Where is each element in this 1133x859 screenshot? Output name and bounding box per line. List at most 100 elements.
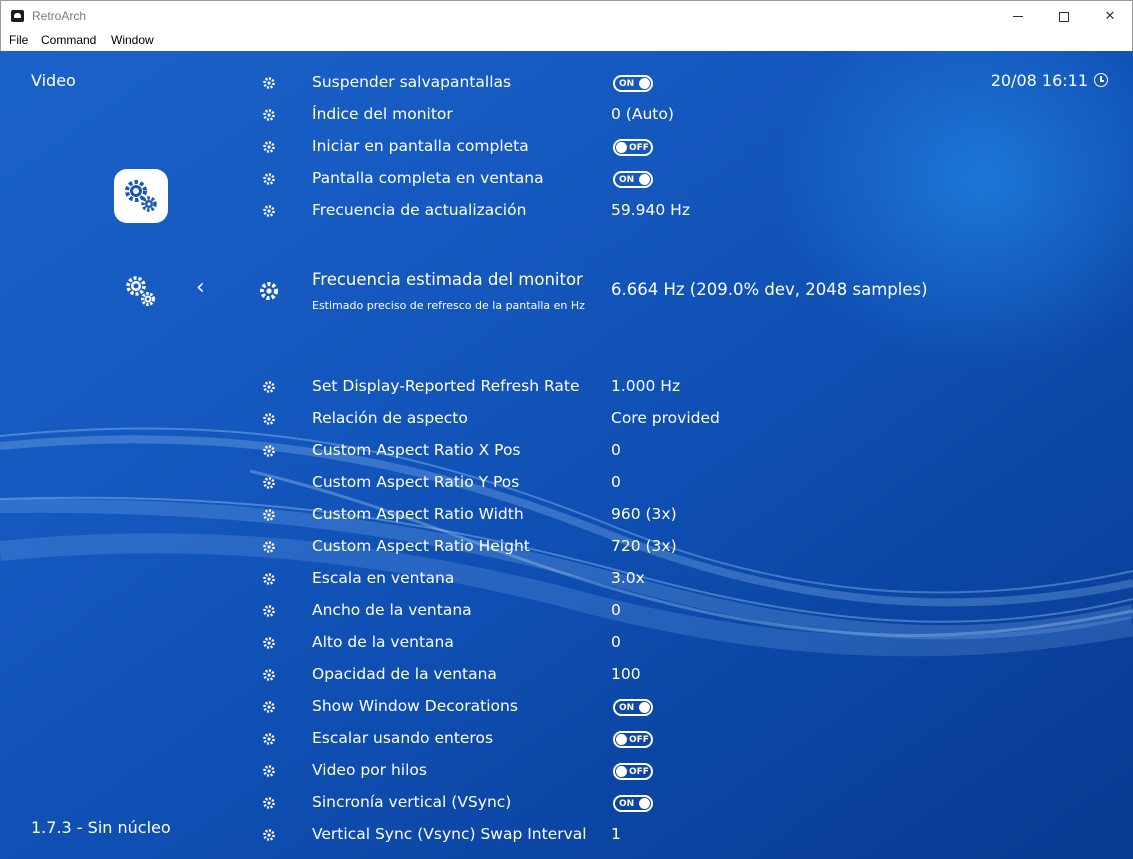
gear-icon [260, 282, 278, 300]
gear-icon [263, 605, 275, 617]
gear-icon [263, 701, 275, 713]
list-item[interactable]: Relación de aspecto Core provided [0, 403, 1133, 435]
toggle-knob [639, 174, 650, 185]
selected-item-label: Frecuencia estimada del monitor [312, 270, 583, 289]
menu-file[interactable]: File [9, 33, 28, 47]
selected-item-value: 6.664 Hz (209.0% dev, 2048 samples) [611, 280, 928, 299]
gear-icon [263, 573, 275, 585]
item-value: 0 (Auto) [611, 105, 674, 123]
item-label: Escala en ventana [312, 569, 455, 587]
toggle-switch[interactable]: ON [613, 795, 653, 812]
item-value: Core provided [611, 409, 720, 427]
gear-icon [263, 173, 275, 185]
toggle-text: OFF [629, 767, 649, 777]
list-item[interactable]: Pantalla completa en ventana ON [0, 163, 1133, 195]
menu-window[interactable]: Window [111, 33, 154, 47]
gear-icon [263, 205, 275, 217]
gear-icon [263, 413, 275, 425]
item-label: Índice del monitor [312, 105, 453, 123]
item-value: 1 [611, 825, 621, 843]
toggle-knob [639, 78, 650, 89]
item-label: Video por hilos [312, 761, 427, 779]
gear-icon [263, 669, 275, 681]
menu-bar: File Command Window [0, 31, 1133, 51]
item-value: 100 [611, 665, 641, 683]
item-label: Vertical Sync (Vsync) Swap Interval [312, 825, 587, 843]
item-value: 59.940 Hz [611, 201, 690, 219]
close-button[interactable]: ✕ [1087, 1, 1133, 32]
list-item[interactable]: Custom Aspect Ratio Y Pos 0 [0, 467, 1133, 499]
toggle-knob [616, 766, 627, 777]
list-item[interactable]: Set Display-Reported Refresh Rate 1.000 … [0, 371, 1133, 403]
gear-icon [263, 109, 275, 121]
toggle-text: ON [619, 79, 635, 89]
item-label: Sincronía vertical (VSync) [312, 793, 512, 811]
toggle-text: ON [619, 703, 635, 713]
version-text: 1.7.3 - Sin núcleo [31, 818, 171, 837]
list-item[interactable]: Custom Aspect Ratio X Pos 0 [0, 435, 1133, 467]
item-label: Frecuencia de actualización [312, 201, 527, 219]
toggle-text: ON [619, 175, 635, 185]
list-item[interactable]: Frecuencia de actualización 59.940 Hz [0, 195, 1133, 227]
gear-icon [263, 477, 275, 489]
item-value: 1.000 Hz [611, 377, 681, 395]
toggle-knob [639, 702, 650, 713]
gear-icon [263, 733, 275, 745]
item-value: 0 [611, 473, 621, 491]
menu-command[interactable]: Command [41, 33, 96, 47]
list-item[interactable]: Escala en ventana 3.0x [0, 563, 1133, 595]
list-item[interactable]: Iniciar en pantalla completa OFF [0, 131, 1133, 163]
selected-item-sublabel: Estimado preciso de refresco de la panta… [312, 299, 585, 312]
gear-icon [263, 765, 275, 777]
gear-icon [263, 797, 275, 809]
maximize-icon [1059, 11, 1069, 22]
gear-icon [263, 829, 275, 841]
item-label: Custom Aspect Ratio Height [312, 537, 530, 555]
toggle-text: ON [619, 799, 635, 809]
list-item[interactable]: Video por hilos OFF [0, 755, 1133, 787]
list-item[interactable]: Suspender salvapantallas ON [0, 67, 1133, 99]
gear-icon [263, 381, 275, 393]
toggle-switch[interactable]: OFF [613, 731, 653, 748]
toggle-switch[interactable]: ON [613, 75, 653, 92]
item-label: Pantalla completa en ventana [312, 169, 544, 187]
gear-icon [263, 509, 275, 521]
item-value: 0 [611, 633, 621, 651]
toggle-switch[interactable]: ON [613, 171, 653, 188]
list-item[interactable]: Ancho de la ventana 0 [0, 595, 1133, 627]
item-label: Set Display-Reported Refresh Rate [312, 377, 580, 395]
list-item[interactable]: Custom Aspect Ratio Width 960 (3x) [0, 499, 1133, 531]
minimize-button[interactable] [995, 1, 1041, 32]
item-label: Relación de aspecto [312, 409, 468, 427]
list-item[interactable]: Índice del monitor 0 (Auto) [0, 99, 1133, 131]
title-bar: RetroArch ✕ [0, 0, 1133, 31]
item-label: Opacidad de la ventana [312, 665, 497, 683]
toggle-switch[interactable]: OFF [613, 139, 653, 156]
item-label: Ancho de la ventana [312, 601, 472, 619]
item-label: Show Window Decorations [312, 697, 518, 715]
list-item[interactable]: Escalar usando enteros OFF [0, 723, 1133, 755]
list-item[interactable]: Opacidad de la ventana 100 [0, 659, 1133, 691]
toggle-switch[interactable]: OFF [613, 763, 653, 780]
item-label: Custom Aspect Ratio X Pos [312, 441, 521, 459]
toggle-knob [639, 798, 650, 809]
item-label: Custom Aspect Ratio Y Pos [312, 473, 520, 491]
selected-list-item[interactable]: Frecuencia estimada del monitor Estimado… [0, 263, 1133, 319]
window-title: RetroArch [32, 9, 87, 23]
gear-icon [263, 141, 275, 153]
xmb-menu: Video 20/08 16:11 ‹ Suspender salvapanta… [0, 51, 1133, 859]
gear-icon [263, 445, 275, 457]
toggle-switch[interactable]: ON [613, 699, 653, 716]
item-label: Alto de la ventana [312, 633, 454, 651]
item-label: Escalar usando enteros [312, 729, 494, 747]
item-label: Custom Aspect Ratio Width [312, 505, 524, 523]
toggle-text: OFF [629, 143, 649, 153]
list-item[interactable]: Custom Aspect Ratio Height 720 (3x) [0, 531, 1133, 563]
list-item[interactable]: Alto de la ventana 0 [0, 627, 1133, 659]
gear-icon [263, 637, 275, 649]
list-item[interactable]: Show Window Decorations ON [0, 691, 1133, 723]
maximize-button[interactable] [1041, 1, 1087, 32]
item-value: 720 (3x) [611, 537, 677, 555]
list-item[interactable]: Sincronía vertical (VSync) ON [0, 787, 1133, 819]
close-icon: ✕ [1104, 9, 1116, 24]
